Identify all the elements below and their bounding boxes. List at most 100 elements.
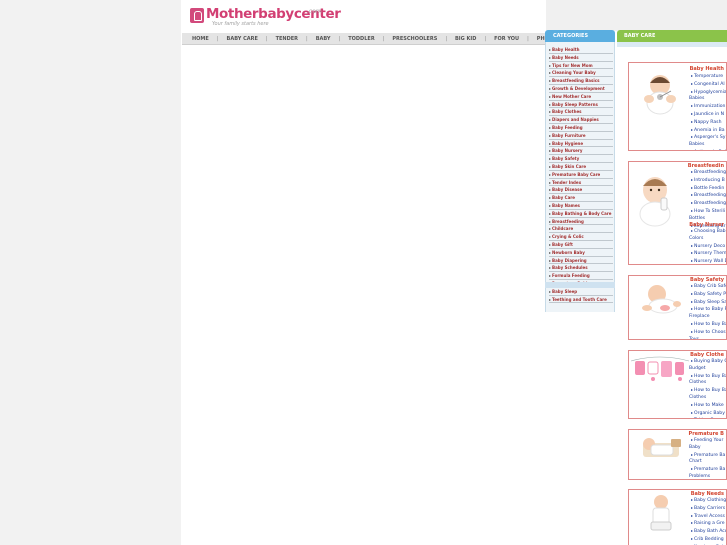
category-item[interactable]: ▸Diapers and Nappies bbox=[549, 116, 613, 124]
category-item[interactable]: ▸Childcare bbox=[549, 225, 613, 234]
nav-item-tender[interactable]: TENDER bbox=[276, 36, 298, 42]
category-item[interactable]: ▸Baby Care bbox=[549, 194, 613, 202]
category-item[interactable]: ▸Baby Disease bbox=[549, 186, 613, 195]
article-link[interactable]: ▸Buying Baby C bbox=[691, 358, 726, 366]
article-link[interactable]: ▸How to Buy Ba bbox=[691, 321, 726, 329]
category-item[interactable]: ▸Baby Sleep bbox=[549, 288, 613, 296]
article-link[interactable]: ▸Asthma in Bab bbox=[691, 149, 726, 150]
category-item[interactable]: ▸Teething and Tooth Care bbox=[549, 296, 613, 304]
category-item[interactable]: ▸Baby Schedules bbox=[549, 264, 613, 273]
article-link[interactable]: ▸Feeding Your bbox=[691, 437, 726, 445]
category-label: Baby Nursery bbox=[552, 148, 583, 154]
category-item[interactable]: ▸Newborn Baby bbox=[549, 249, 613, 257]
category-label: Baby Hygiene bbox=[552, 140, 584, 146]
link-continuation[interactable]: Problems bbox=[689, 474, 726, 479]
category-item[interactable]: ▸Baby Names bbox=[549, 202, 613, 210]
article-link[interactable]: ▸Temperature bbox=[691, 73, 726, 81]
article-link[interactable]: ▸Bottle Feedin bbox=[691, 185, 726, 193]
article-link[interactable]: ▸Nappy Rash bbox=[691, 119, 726, 127]
category-item[interactable]: ▸Growth & Development bbox=[549, 85, 613, 93]
category-item[interactable]: ▸Breastfeeding Basics bbox=[549, 77, 613, 85]
premature-baby-photo[interactable] bbox=[631, 433, 689, 463]
nav-item-baby-care[interactable]: BABY CARE bbox=[227, 36, 258, 42]
article-link[interactable]: ▸Raising a Gre bbox=[691, 520, 726, 528]
article-link[interactable]: ▸Jaundice in N bbox=[691, 111, 726, 119]
link-continuation[interactable]: Baby bbox=[689, 445, 726, 452]
baby-needs-photo[interactable] bbox=[631, 492, 689, 532]
category-item[interactable]: ▸Tips for New Mom bbox=[549, 62, 613, 70]
nav-item-preschoolers[interactable]: PRESCHOOLERS bbox=[392, 36, 437, 42]
article-link[interactable]: ▸Baby Safety P bbox=[691, 291, 726, 299]
baby-clothes-photo[interactable] bbox=[631, 355, 689, 385]
article-link[interactable]: ▸How to Choos bbox=[691, 329, 726, 337]
article-link[interactable]: ▸Baby Clothing bbox=[691, 497, 726, 505]
article-link[interactable]: ▸Asperger's Sy bbox=[691, 134, 726, 142]
category-item[interactable]: ▸Baby Needs bbox=[549, 54, 613, 62]
article-link[interactable]: ▸Nursery Them bbox=[691, 250, 726, 258]
article-link[interactable]: ▸Travel Access bbox=[691, 513, 726, 521]
article-link[interactable]: ▸Baby Sleep Sa bbox=[691, 299, 726, 307]
link-continuation[interactable]: Budget bbox=[689, 366, 726, 373]
nav-item-for-you[interactable]: FOR YOU bbox=[494, 36, 519, 42]
link-continuation[interactable]: Toys bbox=[689, 337, 726, 339]
article-link[interactable]: ▸Baby Crib Safe bbox=[691, 283, 726, 291]
article-link[interactable]: ▸Crib Bedding bbox=[691, 536, 726, 544]
article-link[interactable]: ▸How to Make bbox=[691, 402, 726, 410]
category-label: Childcare bbox=[552, 226, 574, 232]
category-item[interactable]: ▸Baby Hygiene bbox=[549, 140, 613, 148]
breastfeeding-photo[interactable] bbox=[631, 168, 689, 228]
category-item[interactable]: ▸Baby Sleep Patterns bbox=[549, 101, 613, 109]
article-link[interactable]: ▸Baby Bath Acc bbox=[691, 528, 726, 536]
article-link[interactable]: ▸Organic Baby bbox=[691, 410, 726, 418]
article-link[interactable]: ▸Breastfeeding bbox=[691, 200, 726, 208]
nav-item-home[interactable]: HOME bbox=[192, 36, 209, 42]
category-item[interactable]: ▸Crying & Colic bbox=[549, 233, 613, 241]
article-link[interactable]: ▸Premature Ba bbox=[691, 466, 726, 474]
category-item[interactable]: ▸Tender Index bbox=[549, 179, 613, 187]
category-item[interactable]: ▸Formula Feeding bbox=[549, 272, 613, 280]
category-item[interactable]: ▸Baby Safety bbox=[549, 155, 613, 163]
article-link[interactable]: ▸Breastfeeding bbox=[691, 169, 726, 177]
nav-item-baby[interactable]: BABY bbox=[316, 36, 331, 42]
article-link[interactable]: ▸Nursery Wall D bbox=[691, 258, 726, 264]
link-continuation[interactable]: Clothes bbox=[689, 380, 726, 387]
link-text: Anemia in Ba bbox=[694, 127, 725, 133]
article-link[interactable]: ▸Anemia in Ba bbox=[691, 127, 726, 135]
category-item[interactable]: ▸Baby Bathing & Body Care bbox=[549, 210, 613, 218]
article-link[interactable]: ▸Immunization bbox=[691, 103, 726, 111]
article-link[interactable]: ▸Breastfeeding bbox=[691, 192, 726, 200]
link-continuation[interactable]: Chart bbox=[689, 459, 726, 466]
category-item[interactable]: ▸Baby Clothes bbox=[549, 108, 613, 117]
category-item[interactable]: ▸Baby Furniture bbox=[549, 132, 613, 140]
category-item[interactable]: ▸Baby Gift bbox=[549, 241, 613, 249]
article-link[interactable]: ▸Introducing B bbox=[691, 177, 726, 185]
link-continuation[interactable]: Clothes bbox=[689, 395, 726, 402]
article-link[interactable]: ▸How to Buy Ba bbox=[691, 387, 726, 395]
category-item[interactable]: ▸Premature Baby Care bbox=[549, 171, 613, 179]
logo-baby-icon bbox=[190, 8, 204, 23]
link-continuation[interactable]: Babies bbox=[689, 96, 726, 103]
category-item[interactable]: ▸Baby Diapering bbox=[549, 257, 613, 265]
article-link[interactable]: ▸Nursery Deco bbox=[691, 243, 726, 251]
baby-safety-photo[interactable] bbox=[631, 278, 689, 318]
category-item[interactable]: ▸Breastfeeding bbox=[549, 218, 613, 226]
category-label: Breastfeeding bbox=[552, 218, 584, 224]
category-item[interactable]: ▸Cleaning Your Baby bbox=[549, 69, 613, 78]
block-title[interactable]: Baby Health bbox=[690, 66, 724, 72]
category-item[interactable]: ▸Baby Health bbox=[549, 46, 613, 54]
article-link[interactable]: ▸Congenital Al bbox=[691, 81, 726, 89]
category-item[interactable]: ▸Baby Feeding bbox=[549, 124, 613, 132]
article-link[interactable]: ▸Choosing Bab bbox=[691, 228, 726, 236]
category-item[interactable]: ▸Baby Nursery bbox=[549, 147, 613, 156]
nav-item-toddler[interactable]: TODDLER bbox=[348, 36, 374, 42]
baby-health-photo[interactable] bbox=[631, 67, 689, 117]
article-link[interactable]: ▸Baby Carriers bbox=[691, 505, 726, 513]
link-continuation[interactable]: Colors bbox=[689, 236, 726, 243]
category-item[interactable]: ▸Baby Skin Care bbox=[549, 163, 613, 171]
nav-item-big-kid[interactable]: BIG KID bbox=[455, 36, 476, 42]
link-continuation[interactable]: Babies bbox=[689, 142, 726, 149]
article-link[interactable]: ▸How To Sterili bbox=[691, 208, 726, 216]
link-continuation[interactable]: Fireplace bbox=[689, 314, 726, 321]
article-link[interactable]: ▸Taking Care o bbox=[691, 417, 726, 418]
category-item[interactable]: ▸New Mother Care bbox=[549, 93, 613, 101]
